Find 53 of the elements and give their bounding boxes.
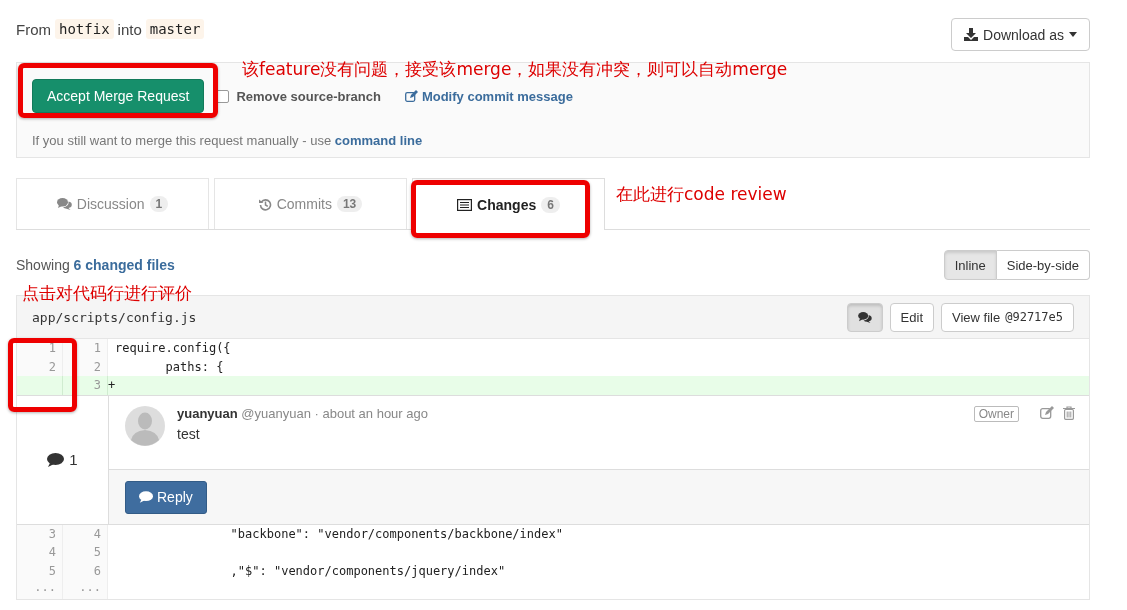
- count-badge: 13: [336, 196, 363, 212]
- comment-meta: @yuanyuan · about an hour ago: [241, 405, 428, 421]
- edit-icon: [404, 90, 418, 102]
- tab[interactable]: Discussion 1: [16, 178, 209, 229]
- line-number[interactable]: 3: [63, 376, 108, 395]
- line-number[interactable]: 4: [17, 543, 63, 562]
- code-line: "backbone": "vendor/components/backbone/index": [229, 525, 564, 543]
- caret-icon: [1069, 32, 1077, 37]
- download-button[interactable]: Download as: [951, 18, 1090, 51]
- code-line: require.config({: [114, 340, 232, 357]
- edit-button[interactable]: Edit: [889, 302, 934, 332]
- file-path: app/scripts/config.js: [32, 309, 197, 325]
- from-label: From: [16, 20, 51, 38]
- avatar-icon: [125, 405, 165, 446]
- reply-button[interactable]: Reply: [125, 480, 207, 514]
- edit-icon[interactable]: [1040, 405, 1055, 419]
- comment-count: 1: [69, 451, 78, 468]
- line-number[interactable]: ...: [63, 580, 108, 599]
- count-badge: 6: [541, 196, 560, 213]
- view-mode-button[interactable]: Inline: [943, 250, 997, 280]
- code-line: paths: {: [164, 358, 225, 376]
- author-name[interactable]: yuanyuan: [177, 405, 238, 421]
- role-badge: Owner: [973, 405, 1019, 422]
- count-badge: 1: [149, 196, 169, 212]
- annotation-text: 在此进行code review: [616, 183, 787, 206]
- branch-name: master: [145, 19, 205, 39]
- comment-icon: [47, 452, 65, 467]
- manual-merge-text: If you still want to merge this request manually - use: [32, 133, 332, 148]
- trash-icon[interactable]: [1063, 405, 1075, 420]
- comment-text: test: [177, 425, 201, 442]
- history-icon: [258, 197, 272, 211]
- view-file-button[interactable]: View file @92717e5: [941, 302, 1074, 332]
- annotation-text: 该feature没有问题，接受该merge，如果没有冲突，则可以自动merge: [242, 58, 788, 81]
- comment-icon: [139, 491, 153, 503]
- branch-name: hotfix: [55, 19, 114, 39]
- command-line-link[interactable]: command line: [334, 133, 423, 148]
- code-line: ,"$": "vendor/components/jquery/index": [229, 562, 507, 580]
- download-icon: [964, 28, 979, 41]
- list-icon: [457, 198, 473, 211]
- line-number[interactable]: ...: [17, 580, 63, 599]
- comments-icon: [857, 311, 872, 323]
- annotation-text: 点击对代码行进行评价: [22, 282, 192, 305]
- comments-icon: [56, 198, 72, 210]
- tab[interactable]: Commits 13: [214, 178, 407, 229]
- line-number[interactable]: 5: [63, 543, 108, 562]
- view-mode-button[interactable]: Side-by-side: [996, 250, 1090, 280]
- toggle-comments-button[interactable]: [846, 302, 883, 332]
- into-label: into: [117, 20, 142, 38]
- modify-commit-link[interactable]: Modify commit message: [404, 88, 573, 104]
- accept-merge-button[interactable]: Accept Merge Request: [32, 79, 205, 113]
- changed-files-summary: Showing 6 changed files: [16, 257, 175, 273]
- changed-files-link[interactable]: 6 changed files: [73, 257, 175, 273]
- remove-source-branch-label: Remove source-branch: [236, 88, 381, 104]
